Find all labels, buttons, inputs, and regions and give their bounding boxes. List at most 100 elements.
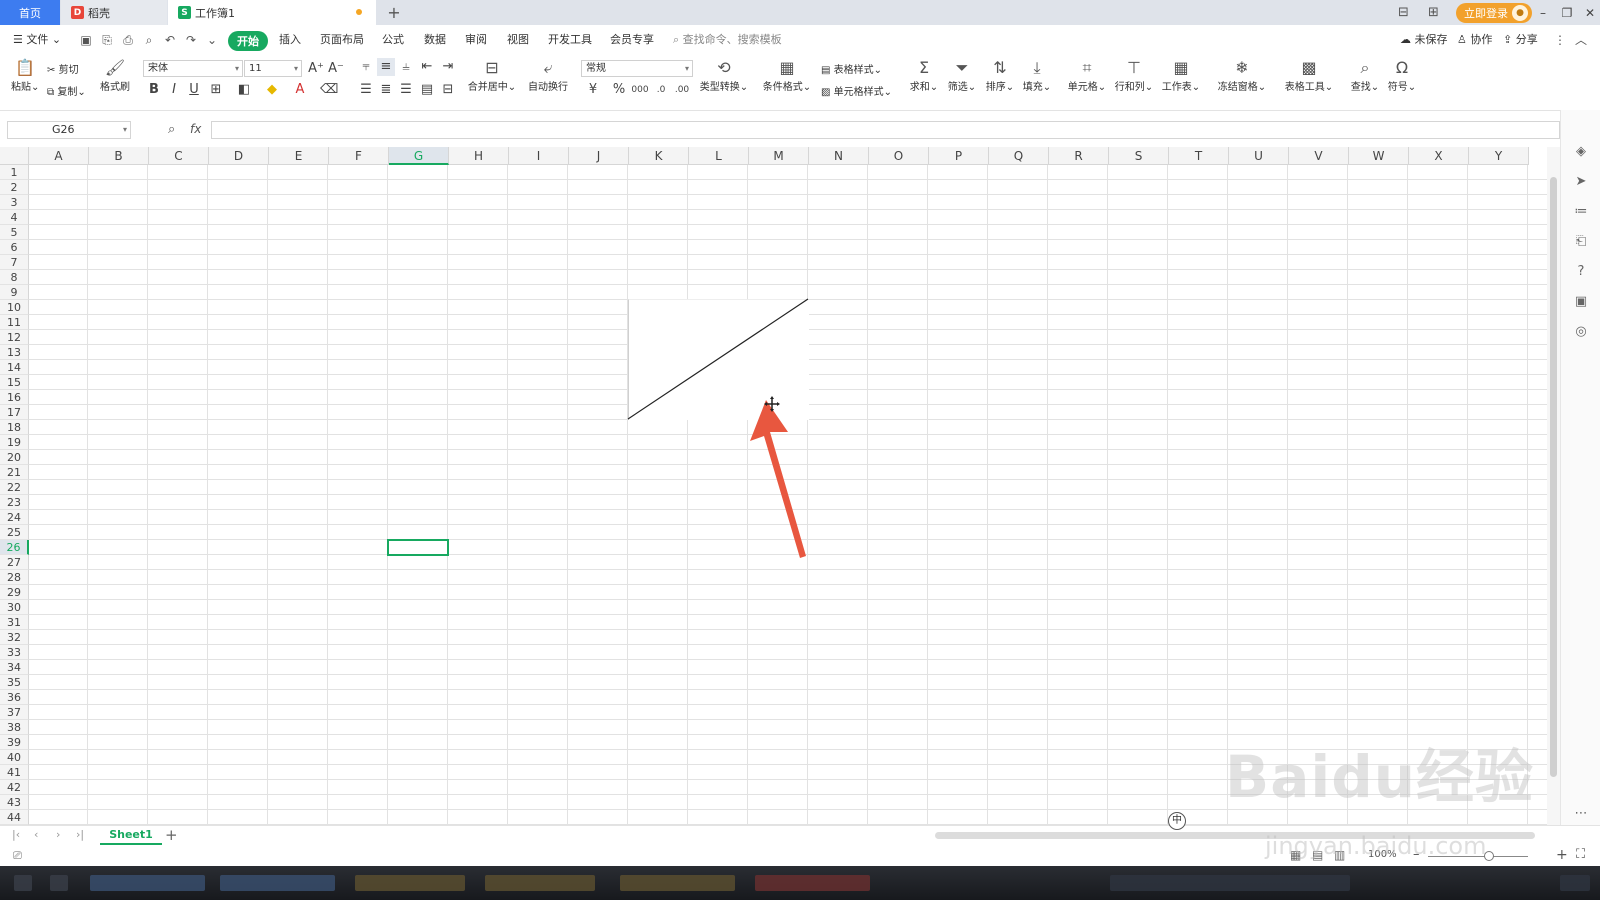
zoom-in-icon[interactable]: + (1556, 847, 1568, 863)
menu-data[interactable]: 数据 (424, 31, 446, 47)
taskbar-search-icon[interactable] (50, 875, 68, 891)
row-header-8[interactable]: 8 (0, 270, 29, 285)
file-menu[interactable]: ☰ 文件 ⌄ (13, 31, 61, 47)
column-header-u[interactable]: U (1229, 147, 1289, 165)
active-cell-g26[interactable] (387, 539, 449, 556)
macro-icon[interactable]: ⎚ (13, 849, 22, 863)
paste-button[interactable]: 📋 粘贴⌄ (11, 58, 39, 93)
underline-icon[interactable]: U (185, 81, 203, 99)
row-header-6[interactable]: 6 (0, 240, 29, 255)
column-header-g[interactable]: G (389, 147, 449, 165)
sidebar-properties-icon[interactable]: ≔ (1573, 204, 1589, 220)
column-header-y[interactable]: Y (1469, 147, 1529, 165)
zoom-formula-icon[interactable]: ⌕ (168, 122, 175, 137)
row-header-44[interactable]: 44 (0, 810, 29, 825)
quick-access-dropdown-icon[interactable]: ⌄ (205, 33, 219, 47)
cell-grid[interactable] (29, 165, 1556, 825)
bold-icon[interactable]: B (145, 81, 163, 99)
row-header-20[interactable]: 20 (0, 450, 29, 465)
justify-icon[interactable]: ▤ (418, 81, 436, 99)
cell-style-button[interactable]: ▨ 单元格样式⌄ (821, 83, 892, 98)
new-tab-button[interactable]: + (384, 2, 404, 22)
thousands-icon[interactable]: 000 (631, 81, 649, 99)
decrease-font-icon[interactable]: A⁻ (327, 60, 345, 78)
close-icon[interactable]: ✕ (1578, 6, 1600, 20)
row-header-37[interactable]: 37 (0, 705, 29, 720)
drawn-shape-canvas[interactable] (628, 299, 809, 420)
ime-indicator[interactable]: 中 (1168, 812, 1186, 830)
indent-decrease-icon[interactable]: ⇤ (418, 58, 436, 76)
row-header-31[interactable]: 31 (0, 615, 29, 630)
align-left-icon[interactable]: ☰ (357, 81, 375, 99)
row-header-35[interactable]: 35 (0, 675, 29, 690)
column-header-j[interactable]: J (569, 147, 629, 165)
distributed-icon[interactable]: ⊟ (439, 81, 457, 99)
undo-icon[interactable]: ↶ (163, 33, 177, 47)
row-header-13[interactable]: 13 (0, 345, 29, 360)
italic-icon[interactable]: I (165, 81, 183, 99)
column-header-k[interactable]: K (629, 147, 689, 165)
indent-increase-icon[interactable]: ⇥ (439, 58, 457, 76)
sidebar-more-icon[interactable]: ⋯ (1573, 806, 1589, 822)
align-right-icon[interactable]: ☰ (397, 81, 415, 99)
column-header-i[interactable]: I (509, 147, 569, 165)
tab-workbook[interactable]: S 工作簿1 (168, 0, 376, 25)
row-header-5[interactable]: 5 (0, 225, 29, 240)
column-header-x[interactable]: X (1409, 147, 1469, 165)
column-header-o[interactable]: O (869, 147, 929, 165)
row-header-32[interactable]: 32 (0, 630, 29, 645)
table-style-button[interactable]: ▤ 表格样式⌄ (821, 61, 882, 76)
row-header-36[interactable]: 36 (0, 690, 29, 705)
taskbar-app-5[interactable] (620, 875, 735, 891)
row-header-16[interactable]: 16 (0, 390, 29, 405)
currency-icon[interactable]: ¥ (584, 81, 602, 99)
decrease-decimal-icon[interactable]: .00 (673, 81, 691, 99)
row-header-27[interactable]: 27 (0, 555, 29, 570)
row-header-30[interactable]: 30 (0, 600, 29, 615)
row-header-39[interactable]: 39 (0, 735, 29, 750)
row-header-25[interactable]: 25 (0, 525, 29, 540)
column-header-s[interactable]: S (1109, 147, 1169, 165)
format-painter-button[interactable]: 🖌 格式刷 (99, 58, 131, 93)
column-header-r[interactable]: R (1049, 147, 1109, 165)
column-header-m[interactable]: M (749, 147, 809, 165)
row-header-26[interactable]: 26 (0, 540, 29, 555)
row-header-33[interactable]: 33 (0, 645, 29, 660)
menu-home[interactable]: 开始 (228, 31, 268, 51)
add-sheet-icon[interactable]: + (165, 826, 178, 844)
unsaved-status[interactable]: ☁ 未保存 (1400, 31, 1448, 47)
last-sheet-icon[interactable]: ›| (76, 828, 84, 841)
number-format-select[interactable]: 常规 ▾ (581, 60, 693, 77)
minimize-icon[interactable]: – (1531, 6, 1555, 20)
font-name-select[interactable]: 宋体 ▾ (143, 60, 243, 77)
column-header-p[interactable]: P (929, 147, 989, 165)
column-header-h[interactable]: H (449, 147, 509, 165)
row-header-15[interactable]: 15 (0, 375, 29, 390)
row-header-9[interactable]: 9 (0, 285, 29, 300)
column-header-w[interactable]: W (1349, 147, 1409, 165)
taskbar-app-2[interactable] (220, 875, 335, 891)
sidebar-style-icon[interactable]: ◈ (1573, 144, 1589, 160)
symbol-button[interactable]: Ω 符号⌄ (1386, 58, 1418, 93)
preview-icon[interactable]: ⌕ (142, 33, 156, 47)
save-icon[interactable]: ▣ (79, 33, 93, 47)
clear-format-icon[interactable]: ⌫ (320, 81, 338, 99)
row-header-3[interactable]: 3 (0, 195, 29, 210)
align-middle-icon[interactable]: ≡ (377, 58, 395, 76)
freeze-panes-button[interactable]: ❄ 冻结窗格⌄ (1216, 58, 1268, 93)
login-button[interactable]: 立即登录 ● (1456, 0, 1532, 25)
share-button[interactable]: ⇪ 分享 (1503, 31, 1538, 47)
row-header-12[interactable]: 12 (0, 330, 29, 345)
sidebar-location-icon[interactable]: ◎ (1573, 324, 1589, 340)
more-icon[interactable]: ⋮ (1553, 33, 1567, 47)
first-sheet-icon[interactable]: |‹ (12, 828, 20, 841)
tab-home[interactable]: 首页 (0, 0, 60, 25)
type-convert-button[interactable]: ⟲ 类型转换⌄ (698, 58, 750, 93)
sort-button[interactable]: ⇅ 排序⌄ (984, 58, 1016, 93)
sheet-tab-sheet1[interactable]: Sheet1 (100, 826, 162, 845)
font-size-select[interactable]: 11 ▾ (244, 60, 302, 77)
fill-color-icon[interactable]: ◆ (263, 81, 281, 99)
menu-review[interactable]: 审阅 (465, 31, 487, 47)
cell-button[interactable]: ⌗ 单元格⌄ (1067, 58, 1107, 93)
name-box[interactable]: G26 ▾ (7, 121, 131, 139)
